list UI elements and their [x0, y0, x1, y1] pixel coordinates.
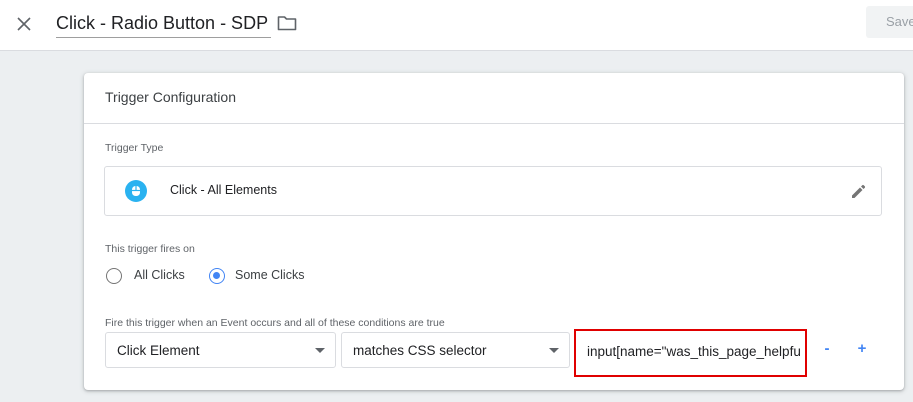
- radio-label-some-clicks: Some Clicks: [235, 268, 305, 282]
- top-bar: Click - Radio Button - SDP Save: [0, 0, 913, 51]
- edit-pencil-icon[interactable]: [847, 181, 869, 203]
- chevron-down-icon: [549, 348, 559, 353]
- save-button[interactable]: Save: [866, 6, 913, 38]
- radio-all-clicks[interactable]: [106, 268, 122, 284]
- trigger-configuration-card: Trigger Configuration Trigger Type Click…: [84, 73, 904, 390]
- chevron-down-icon: [315, 348, 325, 353]
- click-icon: [125, 180, 147, 202]
- trigger-type-name: Click - All Elements: [170, 183, 277, 197]
- add-condition-button[interactable]: +: [853, 339, 871, 359]
- variable-select[interactable]: Click Element: [105, 332, 336, 368]
- operator-select-value: matches CSS selector: [353, 343, 487, 358]
- close-icon[interactable]: [12, 12, 36, 36]
- trigger-type-selector[interactable]: Click - All Elements: [104, 166, 882, 216]
- card-title: Trigger Configuration: [105, 89, 236, 105]
- card-header: Trigger Configuration: [84, 73, 904, 124]
- fires-on-label: This trigger fires on: [105, 243, 195, 255]
- remove-condition-button[interactable]: -: [818, 339, 836, 359]
- condition-label: Fire this trigger when an Event occurs a…: [105, 317, 445, 329]
- radio-label-all-clicks: All Clicks: [134, 268, 185, 282]
- variable-select-value: Click Element: [117, 343, 200, 358]
- condition-value-text: input[name="was_this_page_helpfu: [587, 344, 801, 359]
- operator-select[interactable]: matches CSS selector: [341, 332, 570, 368]
- condition-value-input[interactable]: input[name="was_this_page_helpfu: [574, 329, 807, 377]
- folder-icon[interactable]: [276, 13, 298, 33]
- trigger-name-field[interactable]: Click - Radio Button - SDP: [56, 11, 272, 38]
- trigger-type-label: Trigger Type: [105, 142, 164, 154]
- radio-some-clicks[interactable]: [209, 268, 225, 284]
